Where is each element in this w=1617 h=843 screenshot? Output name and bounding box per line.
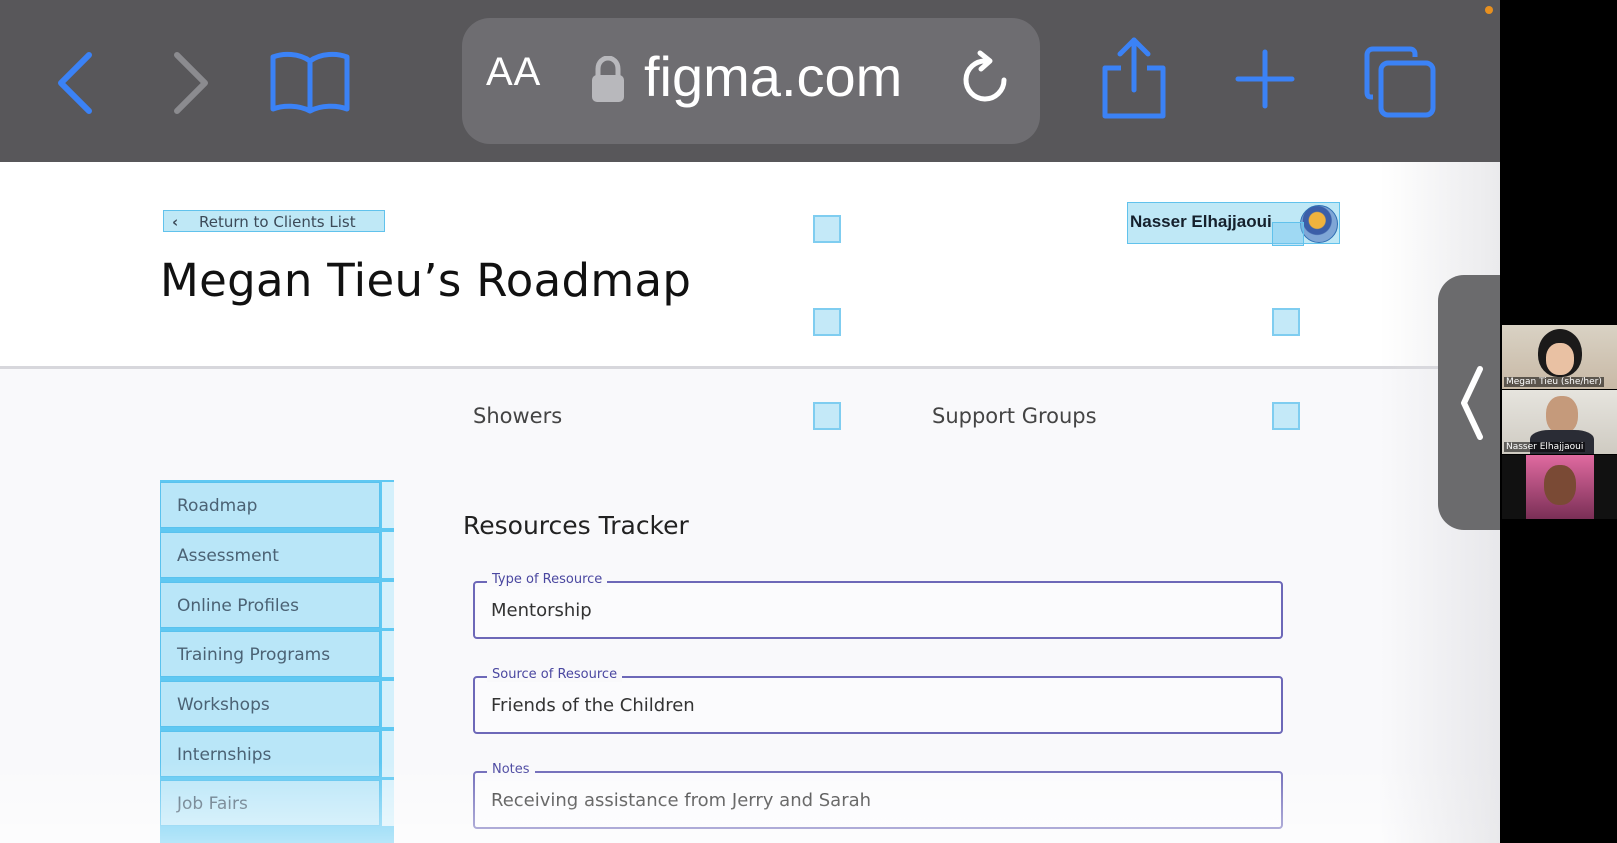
video-tile[interactable] [1502,455,1617,519]
participant-name: Megan Tieu (she/her) [1504,377,1604,387]
field-value: Receiving assistance from Jerry and Sara… [491,790,872,811]
showers-checkbox[interactable] [813,402,841,430]
sidebar-item-label: Workshops [177,695,270,715]
resource-label-support-groups: Support Groups [932,404,1097,428]
video-tile[interactable]: Nasser Elhajjaoui [1502,390,1617,454]
address-bar[interactable]: AA figma.com [462,18,1040,144]
checkbox[interactable] [813,308,841,336]
page-header: ‹ Return to Clients List Nasser Elhajjao… [0,162,1500,369]
sidebar-divider [382,482,394,528]
sidebar-item-assessment[interactable]: Assessment [160,532,380,578]
chevron-right-icon [174,52,208,114]
share-icon [1102,37,1166,119]
sidebar-divider [382,681,394,727]
source-of-resource-field[interactable]: Source of Resource Friends of the Childr… [473,667,1283,734]
sidebar-item-training-programs[interactable]: Training Programs [160,631,380,677]
field-value: Friends of the Children [491,695,695,716]
url-text: figma.com [644,45,903,108]
sidebar-item-label: Training Programs [177,645,331,665]
resource-label-showers: Showers [473,404,563,428]
field-value: Mentorship [491,600,592,621]
return-to-clients-link[interactable]: ‹ Return to Clients List [163,210,385,232]
sidebar-pull-tab[interactable] [1438,275,1500,530]
checkbox[interactable] [813,215,841,243]
figma-prototype-page: ‹ Return to Clients List Nasser Elhajjao… [0,162,1500,843]
type-of-resource-field[interactable]: Type of Resource Mentorship [473,572,1283,639]
sidebar-divider [382,582,394,628]
field-label: Source of Resource [487,667,623,682]
support-groups-checkbox[interactable] [1272,402,1300,430]
chevron-left-icon: ‹ [172,213,179,231]
reload-icon[interactable] [960,50,1012,110]
user-name: Nasser Elhajjaoui [1130,212,1272,231]
lock-icon [592,56,624,102]
participant-video [1546,396,1578,434]
chevron-left-icon [1461,366,1483,440]
sidebar-item-label: Assessment [177,546,279,566]
sidebar-divider [382,731,394,777]
hotspot-overlay [1272,222,1304,246]
sidebar-nav: Roadmap Assessment Online Profiles Train… [160,480,394,843]
checkbox[interactable] [1272,308,1300,336]
recording-indicator [1485,6,1493,14]
sidebar-item-label: Job Fairs [177,794,248,814]
avatar[interactable] [1300,205,1338,243]
section-title: Resources Tracker [463,511,689,540]
participant-name: Nasser Elhajjaoui [1504,442,1586,452]
browser-toolbar: AA figma.com [0,0,1500,162]
notes-field[interactable]: Notes Receiving assistance from Jerry an… [473,762,1283,829]
field-label: Notes [487,762,535,777]
tabs-button[interactable] [1362,44,1438,120]
participant-face [1544,465,1576,505]
sidebar-item-label: Online Profiles [177,596,299,616]
book-icon [270,51,350,114]
ipad-screen: AA figma.com ‹ Return to Clients List Na… [0,0,1500,843]
chevron-left-icon [58,52,92,114]
field-label: Type of Resource [487,572,608,587]
sidebar-divider [382,780,394,826]
bookmarks-button[interactable] [268,46,352,118]
participant-face [1546,343,1574,375]
sidebar-divider [382,631,394,677]
sidebar-divider [382,532,394,578]
sidebar-item-label: Internships [177,745,272,765]
sidebar-item-roadmap[interactable]: Roadmap [160,482,380,528]
sidebar-item-label: Roadmap [177,496,258,516]
sidebar-item-internships[interactable]: Internships [160,731,380,777]
return-link-label: Return to Clients List [199,213,356,231]
tabs-icon [1364,46,1436,118]
sidebar-item-job-fairs[interactable]: Job Fairs [160,780,380,826]
sidebar-item-online-profiles[interactable]: Online Profiles [160,582,380,628]
video-tile[interactable]: Megan Tieu (she/her) [1502,325,1617,389]
user-profile-chip[interactable]: Nasser Elhajjaoui [1127,202,1340,244]
text-size-button[interactable]: AA [486,50,541,95]
forward-button[interactable] [168,48,214,118]
back-button[interactable] [52,48,98,118]
share-button[interactable] [1100,36,1168,120]
new-tab-button[interactable] [1234,46,1296,112]
page-title: Megan Tieu’s Roadmap [160,254,692,307]
sidebar-item-workshops[interactable]: Workshops [160,681,380,727]
plus-icon [1235,49,1295,109]
